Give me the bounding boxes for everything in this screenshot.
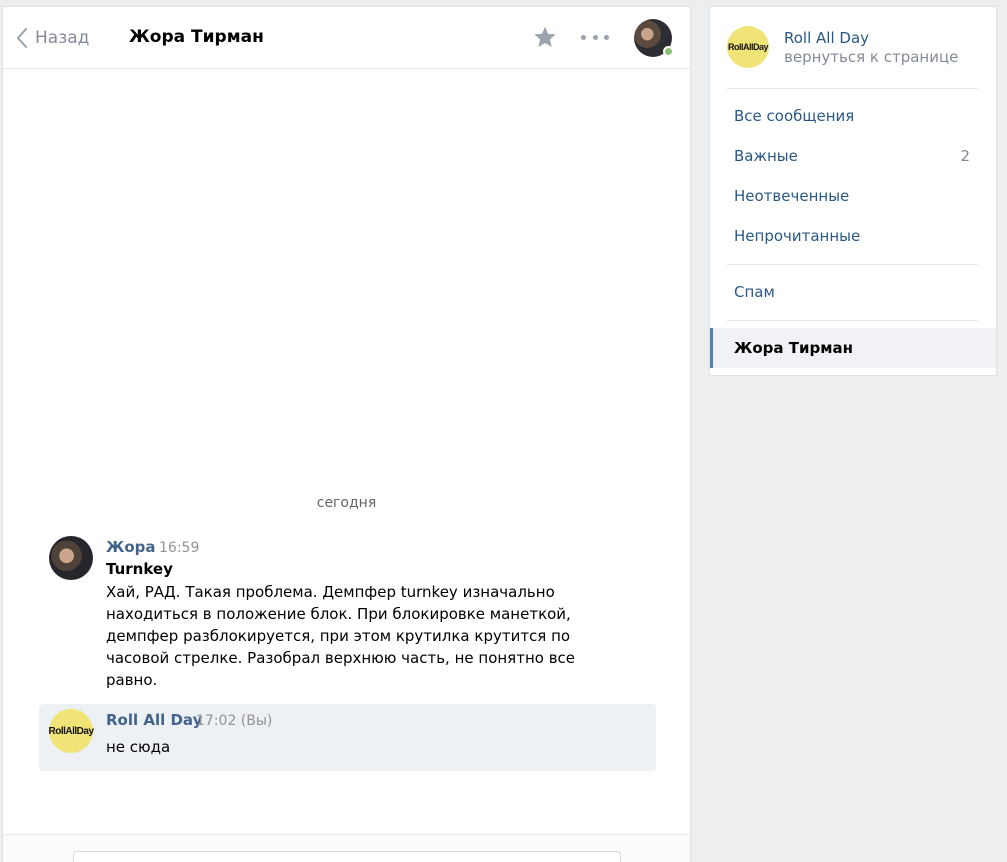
chevron-left-icon [17, 28, 27, 48]
sidebar-item-label: Все сообщения [734, 107, 855, 125]
sidebar-item-label: Неотвеченные [734, 187, 850, 205]
message-item[interactable]: RollAllDay Roll All Day 17:02 (Вы) не сю… [39, 704, 656, 771]
sidebar-item-spam[interactable]: Спам [710, 272, 996, 312]
composer [3, 834, 690, 862]
sidebar-item-all[interactable]: Все сообщения [710, 96, 996, 136]
sidebar-item-unanswered[interactable]: Неотвеченные [710, 176, 996, 216]
sidebar-item-conversation[interactable]: Жора Тирман [710, 328, 996, 368]
message-time: 17:02 (Вы) [196, 713, 273, 729]
message-text: Хай, РАД. Такая проблема. Демпфер turnke… [106, 583, 576, 689]
sidebar-item-unread[interactable]: Непрочитанные [710, 216, 996, 256]
chat-panel: Назад Жора Тирман сегодня Жора 16:59 Tur… [2, 6, 691, 862]
sidebar: RollAllDay Roll All Day вернуться к стра… [709, 6, 997, 376]
message-input[interactable] [73, 851, 621, 862]
logo-text: RollAllDay [727, 42, 769, 52]
star-icon[interactable] [532, 24, 558, 50]
logo-text: RollAllDay [48, 725, 95, 737]
divider [727, 88, 978, 89]
sidebar-item-label: Важные [734, 147, 798, 165]
count-badge: 2 [960, 147, 970, 165]
community-link[interactable]: RollAllDay Roll All Day вернуться к стра… [727, 26, 958, 68]
back-to-page-link[interactable]: вернуться к странице [784, 48, 958, 66]
message-author[interactable]: Roll All Day [106, 711, 202, 729]
peer-avatar[interactable] [634, 19, 674, 57]
community-name[interactable]: Roll All Day [784, 29, 958, 47]
community-logo: RollAllDay [727, 26, 769, 68]
sidebar-item-label: Спам [734, 283, 775, 301]
sidebar-item-important[interactable]: Важные 2 [710, 136, 996, 176]
date-separator: сегодня [316, 495, 377, 511]
back-button[interactable]: Назад [15, 25, 89, 51]
more-icon[interactable] [581, 24, 609, 50]
divider [727, 320, 978, 321]
message-subject: Turnkey [106, 560, 173, 578]
back-label: Назад [35, 28, 90, 48]
divider [727, 264, 978, 265]
sidebar-item-label: Жора Тирман [734, 339, 853, 357]
author-avatar[interactable] [49, 536, 93, 580]
peer-name[interactable]: Жора Тирман [129, 27, 264, 47]
sidebar-item-label: Непрочитанные [734, 227, 861, 245]
message-time: 16:59 [159, 540, 200, 556]
message-item[interactable]: Жора 16:59 Turnkey Хай, РАД. Такая пробл… [39, 531, 656, 691]
online-indicator [663, 46, 674, 57]
message-author[interactable]: Жора [106, 538, 156, 556]
message-text: не сюда [106, 738, 171, 756]
community-logo[interactable]: RollAllDay [48, 709, 95, 753]
chat-header: Назад Жора Тирман [3, 7, 690, 69]
